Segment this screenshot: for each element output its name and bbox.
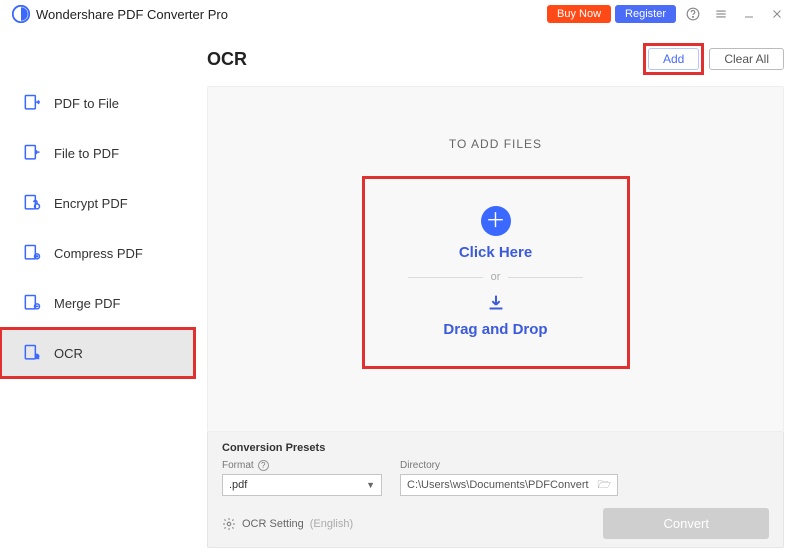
caret-down-icon: ▼ [366, 480, 375, 490]
register-button[interactable]: Register [615, 5, 676, 23]
ocr-icon: A [22, 343, 42, 363]
add-button[interactable]: Add [648, 48, 699, 70]
presets-title: Conversion Presets [222, 442, 769, 454]
gear-icon[interactable] [222, 517, 236, 531]
sidebar-item-file-to-pdf[interactable]: File to PDF [0, 128, 195, 178]
content-area: OCR Add Clear All TO ADD FILES ＋ Click H… [195, 28, 800, 556]
or-divider: or [408, 271, 583, 283]
folder-icon[interactable]: 🗁 [597, 476, 611, 495]
page-title: OCR [207, 49, 247, 70]
close-icon[interactable] [766, 3, 788, 25]
compress-icon [22, 243, 42, 263]
title-bar: Wondershare PDF Converter Pro Buy Now Re… [0, 0, 800, 28]
sidebar-item-ocr[interactable]: A OCR [0, 328, 195, 378]
format-select[interactable]: .pdf ▼ [222, 474, 382, 496]
file-to-pdf-icon [22, 143, 42, 163]
sidebar-item-compress-pdf[interactable]: Compress PDF [0, 228, 195, 278]
sidebar-item-label: Compress PDF [54, 246, 143, 261]
app-logo-icon [12, 5, 30, 23]
convert-button[interactable]: Convert [603, 508, 769, 539]
sidebar-item-encrypt-pdf[interactable]: Encrypt PDF [0, 178, 195, 228]
sidebar-item-merge-pdf[interactable]: Merge PDF [0, 278, 195, 328]
directory-label: Directory [400, 460, 618, 471]
add-button-highlight: Add [646, 46, 701, 72]
presets-panel: Conversion Presets Format? .pdf ▼ Direct… [207, 432, 784, 548]
pdf-to-file-icon [22, 93, 42, 113]
sidebar-item-label: Merge PDF [54, 296, 120, 311]
help-icon[interactable] [682, 3, 704, 25]
sidebar-item-pdf-to-file[interactable]: PDF to File [0, 78, 195, 128]
sidebar: PDF to File File to PDF Encrypt PDF Comp… [0, 28, 195, 556]
format-label: Format? [222, 460, 382, 471]
directory-value: C:\Users\ws\Documents\PDFConvert [407, 479, 589, 491]
buy-now-button[interactable]: Buy Now [547, 5, 611, 23]
help-qmark-icon[interactable]: ? [258, 460, 269, 471]
format-value: .pdf [229, 479, 247, 491]
ocr-setting-lang: (English) [310, 518, 353, 530]
svg-text:A: A [36, 354, 39, 359]
minimize-icon[interactable] [738, 3, 760, 25]
click-here-label[interactable]: Click Here [459, 244, 532, 261]
directory-input[interactable]: C:\Users\ws\Documents\PDFConvert 🗁 [400, 474, 618, 496]
sidebar-item-label: Encrypt PDF [54, 196, 128, 211]
sidebar-item-label: File to PDF [54, 146, 119, 161]
plus-circle-icon[interactable]: ＋ [481, 206, 511, 236]
ocr-setting-label[interactable]: OCR Setting [242, 518, 304, 530]
merge-icon [22, 293, 42, 313]
encrypt-icon [22, 193, 42, 213]
sidebar-item-label: OCR [54, 346, 83, 361]
dropbox[interactable]: ＋ Click Here or Drag and Drop [362, 176, 630, 369]
menu-icon[interactable] [710, 3, 732, 25]
sidebar-item-label: PDF to File [54, 96, 119, 111]
clear-all-button[interactable]: Clear All [709, 48, 784, 70]
app-title: Wondershare PDF Converter Pro [36, 7, 228, 22]
dropzone-area: TO ADD FILES ＋ Click Here or Drag and Dr… [207, 86, 784, 432]
drag-and-drop-label: Drag and Drop [443, 321, 547, 338]
download-icon [484, 291, 508, 315]
to-add-files-label: TO ADD FILES [449, 137, 542, 151]
